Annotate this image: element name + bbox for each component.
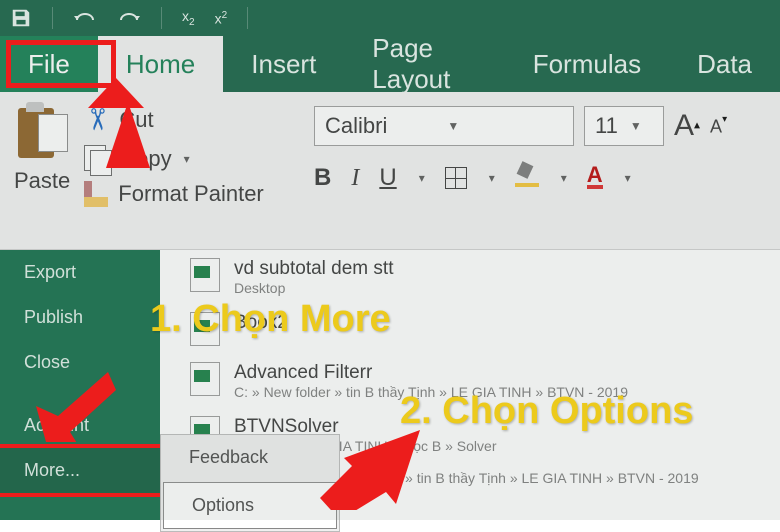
paste-icon — [14, 102, 70, 164]
undo-icon[interactable] — [73, 8, 97, 28]
recent-file-item[interactable]: X vd subtotal dem sttDesktop — [170, 250, 780, 304]
excel-file-icon: X — [190, 258, 220, 292]
borders-icon[interactable] — [445, 167, 467, 189]
backstage-publish[interactable]: Publish — [0, 295, 160, 340]
chevron-down-icon[interactable]: ▾ — [489, 171, 495, 185]
increase-font-icon[interactable]: A▴ — [674, 109, 700, 143]
tab-data[interactable]: Data — [669, 36, 780, 92]
annotation-arrow-more — [36, 372, 116, 442]
chevron-down-icon[interactable]: ▼ — [630, 119, 642, 133]
separator — [161, 7, 162, 29]
redo-icon[interactable] — [117, 8, 141, 28]
font-name-value: Calibri — [325, 113, 387, 139]
backstage-more[interactable]: More... — [0, 448, 160, 493]
paste-button[interactable]: Paste — [14, 102, 70, 194]
separator — [247, 7, 248, 29]
separator — [52, 7, 53, 29]
excel-file-icon: X — [190, 362, 220, 396]
italic-button[interactable]: I — [351, 165, 359, 192]
chevron-down-icon[interactable]: ▾ — [561, 171, 567, 185]
superscript-icon[interactable]: x2 — [215, 10, 228, 27]
tab-insert[interactable]: Insert — [223, 36, 344, 92]
brush-icon — [84, 181, 108, 207]
font-name-select[interactable]: Calibri ▼ — [314, 106, 574, 146]
bold-button[interactable]: B — [314, 164, 331, 192]
fill-color-icon[interactable] — [515, 169, 539, 187]
subscript-icon[interactable]: x2 — [182, 8, 195, 28]
underline-button[interactable]: U — [379, 164, 396, 192]
more-submenu: Feedback Options — [160, 434, 340, 532]
submenu-options[interactable]: Options — [163, 482, 337, 529]
font-size-select[interactable]: 11 ▼ — [584, 106, 664, 146]
decrease-font-icon[interactable]: A▾ — [710, 114, 727, 138]
annotation-step1: 1. Chọn More — [150, 298, 391, 341]
font-color-icon[interactable]: A — [587, 167, 603, 189]
format-painter-label: Format Painter — [118, 181, 264, 207]
title-bar: x2 x2 — [0, 0, 780, 36]
annotation-step2: 2. Chọn Options — [400, 390, 693, 433]
chevron-down-icon[interactable]: ▾ — [419, 171, 425, 185]
paste-label: Paste — [14, 168, 70, 194]
font-size-value: 11 — [595, 113, 618, 139]
annotation-arrow-file — [88, 78, 158, 168]
tab-formulas[interactable]: Formulas — [505, 36, 669, 92]
tab-file[interactable]: File — [0, 36, 98, 92]
annotation-arrow-options — [320, 430, 420, 510]
backstage-export[interactable]: Export — [0, 250, 160, 295]
chevron-down-icon[interactable]: ▾ — [184, 152, 190, 166]
ribbon-group-font: Calibri ▼ 11 ▼ A▴ A▾ B I U▾ ▾ ▾ A▾ — [300, 92, 780, 249]
submenu-feedback[interactable]: Feedback — [161, 435, 339, 480]
tab-page-layout[interactable]: Page Layout — [344, 36, 504, 92]
chevron-down-icon[interactable]: ▼ — [447, 119, 459, 133]
save-icon[interactable] — [10, 7, 32, 29]
chevron-down-icon[interactable]: ▾ — [625, 171, 631, 185]
format-painter-button[interactable]: Format Painter — [84, 181, 264, 207]
